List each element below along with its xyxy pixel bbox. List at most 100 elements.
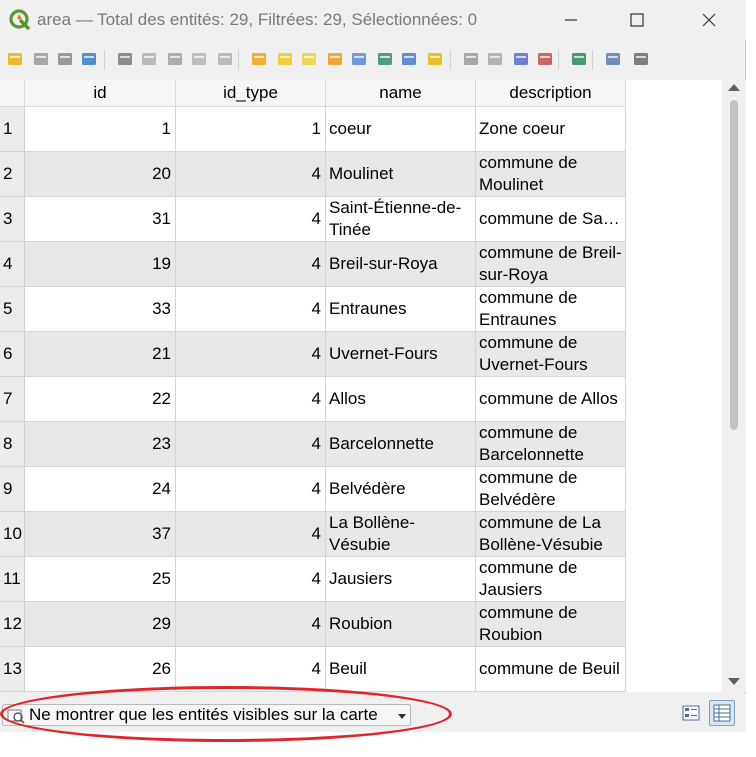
cell-id-type[interactable]: 4 xyxy=(176,512,326,557)
cell-description[interactable]: commune de Uvernet-Fours xyxy=(476,332,626,377)
invert-selection-icon[interactable] xyxy=(300,50,318,68)
switch-to-form-view-button[interactable] xyxy=(678,700,704,726)
cell-name[interactable]: Uvernet-Fours xyxy=(326,332,476,377)
cell-description[interactable]: Zone coeur xyxy=(476,107,626,152)
field-calculator-icon[interactable] xyxy=(512,50,530,68)
cell-name[interactable]: Jausiers xyxy=(326,557,476,602)
row-header[interactable]: 7 xyxy=(0,377,25,422)
table-row[interactable]: 4 19 4 Breil-sur-Roya commune de Breil-sur-R… xyxy=(0,242,626,287)
cell-description[interactable]: commune de Jausiers xyxy=(476,557,626,602)
cell-description[interactable]: commune de Belvédère xyxy=(476,467,626,512)
actions-icon[interactable] xyxy=(604,50,622,68)
cell-id[interactable]: 25 xyxy=(25,557,176,602)
row-header[interactable]: 9 xyxy=(0,467,25,512)
cell-id-type[interactable]: 4 xyxy=(176,602,326,647)
cell-description[interactable]: commune de Barcelonnette xyxy=(476,422,626,467)
column-header-description[interactable]: description xyxy=(476,80,626,107)
column-header-name[interactable]: name xyxy=(326,80,476,107)
save-edits-icon[interactable] xyxy=(56,50,74,68)
multi-edit-icon[interactable] xyxy=(32,50,50,68)
row-header[interactable]: 3 xyxy=(0,197,25,242)
cell-id[interactable]: 37 xyxy=(25,512,176,557)
dock-icon[interactable] xyxy=(570,50,588,68)
cell-name[interactable]: Allos xyxy=(326,377,476,422)
cell-name[interactable]: Moulinet xyxy=(326,152,476,197)
cell-name[interactable]: coeur xyxy=(326,107,476,152)
table-row[interactable]: 13 26 4 Beuil commune de Beuil xyxy=(0,647,626,692)
table-row[interactable]: 1 1 1 coeur Zone coeur xyxy=(0,107,626,152)
cell-id-type[interactable]: 4 xyxy=(176,377,326,422)
row-header[interactable]: 2 xyxy=(0,152,25,197)
organize-columns-icon[interactable] xyxy=(632,50,650,68)
table-row[interactable]: 9 24 4 Belvédère commune de Belvédère xyxy=(0,467,626,512)
cell-name[interactable]: La Bollène-Vésubie xyxy=(326,512,476,557)
cell-description[interactable]: commune de Beuil xyxy=(476,647,626,692)
row-header[interactable]: 6 xyxy=(0,332,25,377)
cell-name[interactable]: Belvédère xyxy=(326,467,476,512)
cell-id[interactable]: 20 xyxy=(25,152,176,197)
cell-id-type[interactable]: 4 xyxy=(176,422,326,467)
cell-description[interactable]: commune de Breil-sur-Roya xyxy=(476,242,626,287)
cell-id-type[interactable]: 4 xyxy=(176,242,326,287)
table-row[interactable]: 11 25 4 Jausiers commune de Jausiers xyxy=(0,557,626,602)
row-header[interactable]: 10 xyxy=(0,512,25,557)
cell-name[interactable]: Roubion xyxy=(326,602,476,647)
deselect-icon[interactable] xyxy=(326,50,344,68)
column-header-id-type[interactable]: id_type xyxy=(176,80,326,107)
scroll-down-arrow-icon[interactable] xyxy=(728,678,740,685)
row-header[interactable]: 5 xyxy=(0,287,25,332)
table-row[interactable]: 3 31 4 Saint-Étienne-de-Tinée commune de Sa… xyxy=(0,197,626,242)
cell-id[interactable]: 1 xyxy=(25,107,176,152)
feature-filter-dropdown[interactable]: Ne montrer que les entités visibles sur … xyxy=(2,704,411,726)
delete-feature-icon[interactable] xyxy=(140,50,158,68)
cell-id[interactable]: 26 xyxy=(25,647,176,692)
filter-select-icon[interactable] xyxy=(350,50,368,68)
cell-id-type[interactable]: 4 xyxy=(176,332,326,377)
cell-id[interactable]: 24 xyxy=(25,467,176,512)
table-row[interactable]: 7 22 4 Allos commune de Allos xyxy=(0,377,626,422)
zoom-to-selection-icon[interactable] xyxy=(426,50,444,68)
table-row[interactable]: 5 33 4 Entraunes commune de Entraunes xyxy=(0,287,626,332)
cell-id[interactable]: 23 xyxy=(25,422,176,467)
table-row[interactable]: 8 23 4 Barcelonnette commune de Barcelonnett… xyxy=(0,422,626,467)
cell-id[interactable]: 29 xyxy=(25,602,176,647)
row-header[interactable]: 1 xyxy=(0,107,25,152)
maximize-button[interactable] xyxy=(614,0,660,40)
cell-description[interactable]: commune de Roubion xyxy=(476,602,626,647)
cell-description[interactable]: commune de La Bollène-Vésubie xyxy=(476,512,626,557)
corner-header[interactable] xyxy=(0,80,25,107)
row-header[interactable]: 4 xyxy=(0,242,25,287)
cell-name[interactable]: Barcelonnette xyxy=(326,422,476,467)
table-row[interactable]: 6 21 4 Uvernet-Fours commune de Uvernet-Four… xyxy=(0,332,626,377)
cell-id-type[interactable]: 4 xyxy=(176,152,326,197)
cell-description[interactable]: commune de Moulinet xyxy=(476,152,626,197)
select-all-icon[interactable] xyxy=(276,50,294,68)
column-header-id[interactable]: id xyxy=(25,80,176,107)
cell-id-type[interactable]: 4 xyxy=(176,197,326,242)
row-header[interactable]: 8 xyxy=(0,422,25,467)
cell-id-type[interactable]: 4 xyxy=(176,287,326,332)
row-header[interactable]: 11 xyxy=(0,557,25,602)
cell-name[interactable]: Breil-sur-Roya xyxy=(326,242,476,287)
cell-name[interactable]: Entraunes xyxy=(326,287,476,332)
table-row[interactable]: 2 20 4 Moulinet commune de Moulinet xyxy=(0,152,626,197)
delete-field-icon[interactable] xyxy=(486,50,504,68)
cell-id[interactable]: 19 xyxy=(25,242,176,287)
row-header[interactable]: 13 xyxy=(0,647,25,692)
select-by-expression-icon[interactable] xyxy=(250,50,268,68)
conditional-formatting-icon[interactable] xyxy=(536,50,554,68)
cell-id-type[interactable]: 4 xyxy=(176,467,326,512)
switch-to-table-view-button[interactable] xyxy=(709,700,735,726)
row-header[interactable]: 12 xyxy=(0,602,25,647)
add-feature-icon[interactable] xyxy=(116,50,134,68)
cell-id[interactable]: 22 xyxy=(25,377,176,422)
cell-id[interactable]: 31 xyxy=(25,197,176,242)
paste-icon[interactable] xyxy=(216,50,234,68)
pan-to-selection-icon[interactable] xyxy=(400,50,418,68)
table-row[interactable]: 12 29 4 Roubion commune de Roubion xyxy=(0,602,626,647)
move-selection-top-icon[interactable] xyxy=(376,50,394,68)
vertical-scrollbar[interactable] xyxy=(722,80,746,692)
cell-id[interactable]: 21 xyxy=(25,332,176,377)
table-row[interactable]: 10 37 4 La Bollène-Vésubie commune de La Bol… xyxy=(0,512,626,557)
cell-name[interactable]: Saint-Étienne-de-Tinée xyxy=(326,197,476,242)
